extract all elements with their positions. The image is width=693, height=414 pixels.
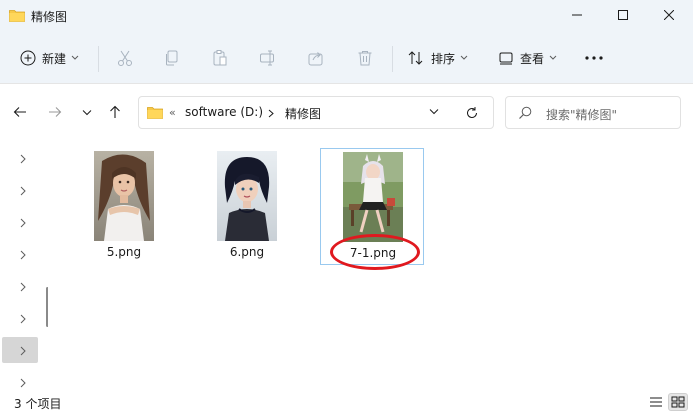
- chevron-down-icon: [549, 55, 557, 60]
- expand-chevron-icon[interactable]: [17, 345, 29, 357]
- cut-icon: [118, 50, 132, 66]
- toolbar-divider: [98, 46, 99, 72]
- expand-chevron-icon[interactable]: [17, 313, 29, 325]
- expand-chevron-icon[interactable]: [17, 377, 29, 389]
- sort-label: 排序: [431, 51, 456, 66]
- overflow-chevron[interactable]: «: [169, 106, 176, 119]
- navigation-pane[interactable]: [0, 139, 49, 391]
- image-thumbnail: [217, 151, 277, 241]
- arrow-left-icon: [13, 107, 26, 117]
- file-tile[interactable]: 6.png: [195, 148, 299, 265]
- expand-chevron-icon[interactable]: [17, 249, 29, 261]
- item-count: 3 个项目: [14, 397, 62, 411]
- paste-button[interactable]: [211, 44, 229, 72]
- view-button[interactable]: 查看: [498, 44, 557, 72]
- forward-button[interactable]: [44, 101, 66, 123]
- more-icon: [585, 56, 603, 60]
- chevron-down-icon: [71, 55, 79, 60]
- image-thumbnail: [343, 152, 403, 242]
- search-box[interactable]: 搜索"精修图": [505, 96, 681, 129]
- file-tile[interactable]: 5.png: [72, 148, 176, 265]
- view-label: 查看: [520, 51, 545, 66]
- close-button[interactable]: [646, 0, 691, 30]
- rename-button[interactable]: [259, 44, 277, 72]
- search-icon: [519, 106, 532, 119]
- breadcrumb-folder[interactable]: 精修图: [285, 105, 321, 122]
- new-button[interactable]: 新建: [20, 44, 79, 72]
- annotation-red-circle: [330, 234, 420, 270]
- share-button[interactable]: [307, 44, 325, 72]
- plus-circle-icon: [20, 50, 36, 66]
- chevron-down-icon: [82, 109, 92, 115]
- chevron-down-icon: [460, 55, 468, 60]
- toolbar-divider: [392, 46, 393, 72]
- share-icon: [308, 52, 323, 66]
- expand-chevron-icon[interactable]: [17, 153, 29, 165]
- breadcrumb-drive[interactable]: software (D:): [185, 105, 263, 119]
- maximize-button[interactable]: [600, 0, 645, 30]
- paste-icon: [213, 50, 227, 66]
- address-bar[interactable]: « software (D:) 精修图: [138, 96, 494, 129]
- list-view-icon: [650, 397, 662, 407]
- delete-button[interactable]: [356, 44, 374, 72]
- expand-chevron-icon[interactable]: [17, 185, 29, 197]
- new-label: 新建: [42, 51, 67, 66]
- grid-view-icon: [671, 396, 685, 408]
- more-options-button[interactable]: [584, 44, 604, 72]
- refresh-icon[interactable]: [465, 106, 479, 120]
- arrow-right-icon: [49, 107, 62, 117]
- search-placeholder: 搜索"精修图": [546, 108, 618, 122]
- thumbnail-view-button[interactable]: [668, 393, 688, 411]
- file-name: 5.png: [106, 245, 142, 259]
- back-button[interactable]: [9, 101, 31, 123]
- close-icon: [663, 10, 674, 20]
- recent-locations-button[interactable]: [76, 101, 98, 123]
- status-bar: 3 个项目: [0, 391, 693, 414]
- maximize-icon: [617, 10, 628, 20]
- command-bar: 新建 排序 查看: [0, 32, 693, 84]
- file-explorer-window: 精修图 新建 排序 查看 « software (D:) 精修图 搜索"精修图"…: [0, 0, 693, 414]
- chevron-right-icon: [268, 109, 274, 118]
- folder-icon: [9, 10, 25, 22]
- folder-icon: [147, 107, 163, 119]
- cut-button[interactable]: [116, 44, 134, 72]
- chevron-down-icon[interactable]: [429, 108, 439, 115]
- details-view-button[interactable]: [646, 393, 666, 411]
- expand-chevron-icon[interactable]: [17, 281, 29, 293]
- copy-icon: [166, 50, 178, 66]
- file-name: 6.png: [229, 245, 265, 259]
- sort-icon: [408, 51, 423, 65]
- sort-button[interactable]: 排序: [407, 44, 468, 72]
- minimize-icon: [571, 14, 582, 16]
- up-button[interactable]: [104, 101, 126, 123]
- rename-icon: [260, 50, 274, 66]
- minimize-button[interactable]: [554, 0, 599, 30]
- address-row: « software (D:) 精修图 搜索"精修图": [0, 85, 693, 139]
- arrow-up-icon: [110, 105, 120, 118]
- delete-icon: [358, 51, 372, 66]
- image-thumbnail: [94, 151, 154, 241]
- copy-button[interactable]: [163, 44, 181, 72]
- view-icon: [499, 52, 513, 65]
- title-bar[interactable]: 精修图: [0, 0, 693, 32]
- expand-chevron-icon[interactable]: [17, 217, 29, 229]
- window-title: 精修图: [31, 10, 68, 24]
- file-list[interactable]: 5.png 6.png 7-1.png: [48, 139, 693, 391]
